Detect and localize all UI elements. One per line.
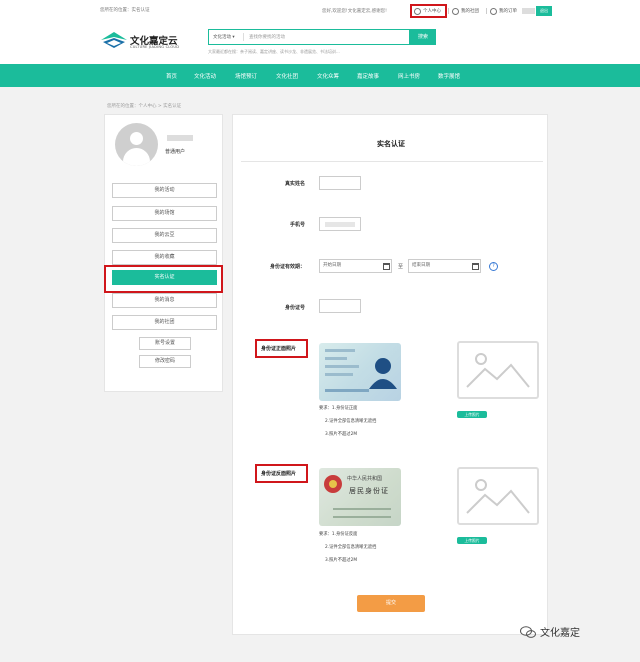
sidebar-item-my-communities[interactable]: 我的社团 [112, 315, 217, 330]
watermark-text: 文化嘉定 [540, 628, 580, 639]
page-title: 实名认证 [377, 140, 405, 148]
real-name-label: 真实姓名 [284, 181, 305, 187]
nav-item-stories[interactable]: 嘉定故事 [357, 72, 379, 80]
wechat-icon [520, 625, 536, 638]
image-placeholder-icon [466, 479, 530, 514]
nav-item-venues[interactable]: 场馆预订 [235, 72, 257, 80]
search-category-select[interactable]: 文化活动 ▾ [213, 34, 235, 40]
header: 文化嘉定云 CULTURE JIADING CLOUD 文化活动 ▾ 查找你要找… [0, 22, 640, 64]
my-orders-link[interactable]: 我的订单 [490, 6, 517, 16]
real-name-auth-panel: 实名认证 真实姓名 手机号 身份证有效期： 开始日期 至 结束日期 ? 身份证号… [232, 114, 548, 635]
help-icon[interactable]: ? [489, 262, 498, 271]
id-back-sample-image: 中华人民共和国 居民身份证 [319, 468, 401, 526]
search-button[interactable]: 搜索 [410, 29, 436, 45]
sidebar-item-my-messages[interactable]: 我的消息 [112, 293, 217, 308]
highlight-back-label [255, 464, 308, 483]
calendar-icon[interactable] [383, 263, 390, 270]
community-icon [452, 7, 459, 15]
hot-searches: 大家最近都在搜：亲子阅读、嘉定讲座、读书沙龙、非遗展览、书法培训... [208, 49, 340, 54]
avatar [115, 123, 158, 166]
divider [243, 33, 244, 41]
real-name-field[interactable] [319, 176, 361, 190]
sidebar-item-my-activities[interactable]: 我的活动 [112, 183, 217, 198]
id-front-sample-image [319, 343, 401, 401]
divider [448, 8, 449, 14]
logo-icon [101, 32, 127, 48]
top-bar: 您所在的位置：实名认证 您好,欢迎您!文化嘉定云,感谢您! 个人中心 我的社团 … [0, 0, 640, 22]
watermark: 文化嘉定 [520, 624, 580, 639]
front-requirement-2: 2.证件全部信息清晰无遮挡 [325, 419, 377, 424]
back-requirement-1: 要求：1.身份证反面 [319, 532, 358, 537]
id-back-upload-preview [457, 467, 539, 525]
logout-button[interactable]: 退出 [536, 6, 552, 16]
sidebar-item-my-favorites[interactable]: 我的收藏 [112, 250, 217, 265]
back-requirement-2: 2.证件全部信息清晰无遮挡 [325, 545, 377, 550]
highlight-real-name-auth [104, 265, 223, 293]
search-input[interactable]: 查找你要找的活动 [249, 34, 285, 40]
highlight-personal-center [410, 4, 447, 18]
username-blurred [167, 135, 193, 141]
end-date-field[interactable]: 结束日期 [408, 259, 481, 273]
back-requirement-3: 3.照片不超过2M [325, 558, 358, 563]
sidebar: 普通用户 我的活动 我的场馆 我的云豆 我的收藏 实名认证 我的消息 我的社团 … [104, 114, 223, 392]
id-number-label: 身份证号 [284, 305, 305, 311]
start-date-field[interactable]: 开始日期 [319, 259, 392, 273]
id-front-upload-preview [457, 341, 539, 399]
phone-blurred [325, 222, 355, 227]
front-requirement-3: 3.照片不超过2M [325, 432, 358, 437]
search-box: 文化活动 ▾ 查找你要找的活动 [208, 29, 410, 45]
card-title-text: 居民身份证 [349, 487, 389, 495]
location-text: 您所在的位置：实名认证 [100, 8, 150, 13]
account-settings-button[interactable]: 账号设置 [139, 337, 191, 350]
welcome-text: 您好,欢迎您!文化嘉定云,感谢您! [322, 9, 387, 14]
id-front-card-illustration [325, 349, 397, 392]
username-blurred [522, 8, 535, 14]
nav-item-communities[interactable]: 文化社团 [276, 72, 298, 80]
submit-button[interactable]: 提交 [357, 595, 425, 612]
upload-back-button[interactable]: 上传照片 [457, 537, 487, 544]
image-placeholder-icon [466, 353, 530, 388]
card-country-text: 中华人民共和国 [347, 476, 383, 482]
divider [241, 161, 543, 162]
nav-item-crowdfunding[interactable]: 文化众筹 [317, 72, 339, 80]
brand-name-en: CULTURE JIADING CLOUD [130, 45, 180, 49]
upload-front-button[interactable]: 上传照片 [457, 411, 487, 418]
sidebar-item-my-beans[interactable]: 我的云豆 [112, 228, 217, 243]
id-number-field[interactable] [319, 299, 361, 313]
id-validity-label: 身份证有效期： [269, 264, 305, 270]
main-nav: 首页 文化活动 场馆预订 文化社团 文化众筹 嘉定故事 网上书房 数字展馆 [0, 64, 640, 87]
front-requirement-1: 要求：1.身份证正面 [319, 406, 358, 411]
breadcrumb: 您所在的位置：个人中心 > 实名认证 [107, 104, 182, 109]
nav-item-exhibition[interactable]: 数字展馆 [438, 72, 460, 80]
phone-label: 手机号 [289, 222, 305, 228]
my-community-link[interactable]: 我的社团 [452, 6, 479, 16]
sidebar-item-my-venues[interactable]: 我的场馆 [112, 206, 217, 221]
calendar-icon[interactable] [472, 263, 479, 270]
order-icon [490, 7, 497, 15]
divider [486, 8, 487, 14]
user-role: 普通用户 [165, 149, 186, 155]
nav-item-activities[interactable]: 文化活动 [194, 72, 216, 80]
to-text: 至 [398, 264, 404, 270]
highlight-front-label [255, 339, 308, 358]
change-password-button[interactable]: 修改密码 [139, 355, 191, 368]
nav-item-library[interactable]: 网上书房 [398, 72, 420, 80]
nav-item-home[interactable]: 首页 [166, 72, 177, 80]
